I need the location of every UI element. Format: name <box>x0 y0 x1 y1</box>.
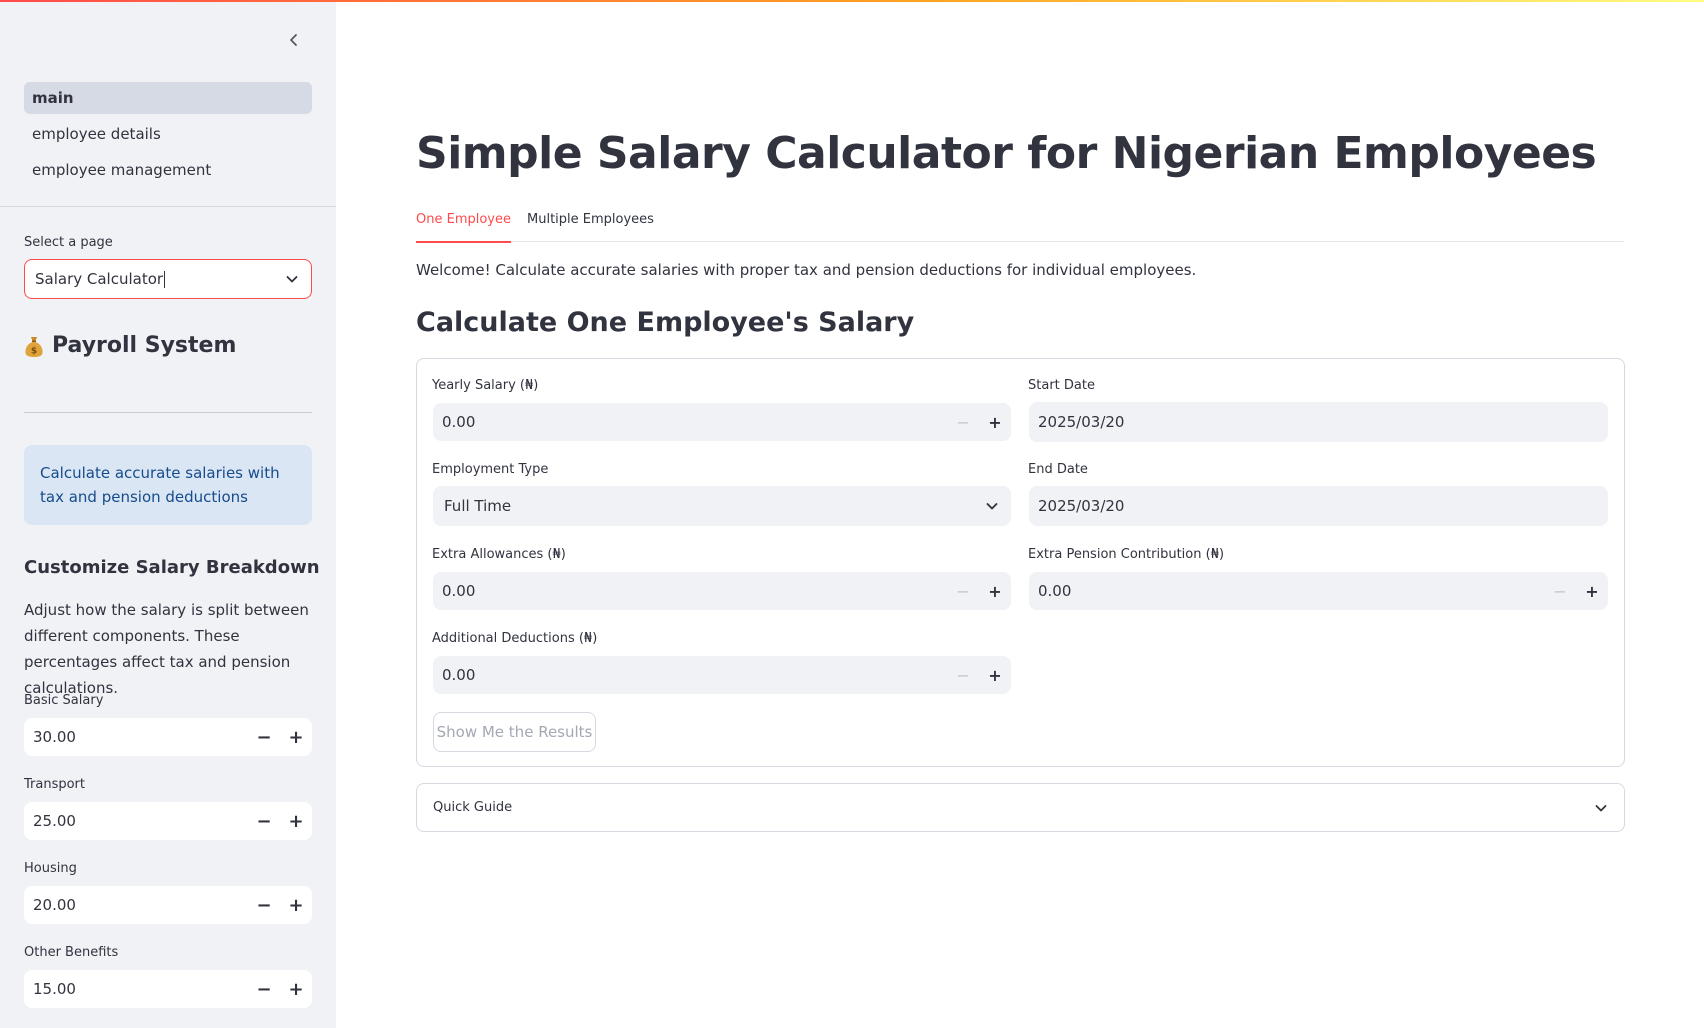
quick-guide-label: Quick Guide <box>433 800 513 815</box>
end-date-label: End Date <box>1028 462 1088 477</box>
basic-salary-label: Basic Salary <box>24 693 104 708</box>
page-select[interactable]: Salary Calculator <box>24 259 312 299</box>
employment-type-select[interactable]: Full Time <box>433 486 1011 526</box>
basic-salary-input[interactable]: 30.00 − + <box>24 718 312 756</box>
extra-pension-decrement-button[interactable]: − <box>1544 572 1576 610</box>
transport-label: Transport <box>24 777 86 792</box>
chevron-down-icon <box>286 276 298 283</box>
yearly-salary-decrement-button[interactable]: − <box>947 403 979 441</box>
main-content: Simple Salary Calculator for Nigerian Em… <box>336 0 1704 1028</box>
housing-increment-button[interactable]: + <box>280 886 312 924</box>
sidebar-rule <box>24 412 312 413</box>
additional-deductions-decrement-button[interactable]: − <box>947 656 979 694</box>
chevron-down-icon <box>986 503 998 510</box>
housing-value[interactable]: 20.00 <box>24 896 248 914</box>
top-decoration-bar <box>0 0 1704 2</box>
start-date-label: Start Date <box>1028 378 1095 393</box>
collapse-sidebar-button[interactable] <box>282 28 306 52</box>
extra-pension-label: Extra Pension Contribution (₦) <box>1028 547 1225 562</box>
additional-deductions-label: Additional Deductions (₦) <box>432 631 598 646</box>
other-benefits-increment-button[interactable]: + <box>280 970 312 1008</box>
sidebar-nav: main employee details employee managemen… <box>24 82 312 190</box>
money-bag-icon: $ <box>25 336 43 357</box>
other-benefits-label: Other Benefits <box>24 945 119 960</box>
tab-multiple-employees[interactable]: Multiple Employees <box>527 210 654 242</box>
sidebar-divider <box>0 206 336 207</box>
other-benefits-value[interactable]: 15.00 <box>24 980 248 998</box>
housing-decrement-button[interactable]: − <box>248 886 280 924</box>
extra-allowances-label: Extra Allowances (₦) <box>432 547 566 562</box>
app-title-text: Payroll System <box>52 333 237 358</box>
transport-decrement-button[interactable]: − <box>248 802 280 840</box>
nav-item-main[interactable]: main <box>24 82 312 114</box>
chevron-down-icon <box>1595 804 1607 811</box>
select-page-label: Select a page <box>24 235 113 250</box>
yearly-salary-value[interactable]: 0.00 <box>433 413 947 431</box>
employment-type-value: Full Time <box>444 497 512 515</box>
basic-salary-value[interactable]: 30.00 <box>24 728 248 746</box>
nav-item-employee-management[interactable]: employee management <box>24 154 312 186</box>
end-date-value[interactable]: 2025/03/20 <box>1029 497 1608 515</box>
transport-input[interactable]: 25.00 − + <box>24 802 312 840</box>
nav-item-employee-details[interactable]: employee details <box>24 118 312 150</box>
page-title: Simple Salary Calculator for Nigerian Em… <box>416 128 1597 179</box>
section-heading: Calculate One Employee's Salary <box>416 307 915 338</box>
svg-text:$: $ <box>31 346 37 356</box>
housing-label: Housing <box>24 861 77 876</box>
transport-value[interactable]: 25.00 <box>24 812 248 830</box>
start-date-value[interactable]: 2025/03/20 <box>1029 413 1608 431</box>
basic-salary-increment-button[interactable]: + <box>280 718 312 756</box>
extra-pension-input[interactable]: 0.00 − + <box>1029 572 1608 610</box>
other-benefits-decrement-button[interactable]: − <box>248 970 280 1008</box>
additional-deductions-input[interactable]: 0.00 − + <box>433 656 1011 694</box>
transport-increment-button[interactable]: + <box>280 802 312 840</box>
other-benefits-input[interactable]: 15.00 − + <box>24 970 312 1008</box>
extra-allowances-increment-button[interactable]: + <box>979 572 1011 610</box>
sidebar: main employee details employee managemen… <box>0 0 336 1028</box>
employment-type-label: Employment Type <box>432 462 549 477</box>
quick-guide-expander[interactable]: Quick Guide <box>416 783 1625 832</box>
chevron-left-icon <box>290 34 297 46</box>
salary-form: Yearly Salary (₦) 0.00 − + Employment Ty… <box>416 358 1625 767</box>
tab-one-employee[interactable]: One Employee <box>416 210 511 243</box>
tab-bar: One Employee Multiple Employees <box>416 210 1624 243</box>
welcome-text: Welcome! Calculate accurate salaries wit… <box>416 261 1197 279</box>
extra-pension-increment-button[interactable]: + <box>1576 572 1608 610</box>
extra-allowances-input[interactable]: 0.00 − + <box>433 572 1011 610</box>
basic-salary-decrement-button[interactable]: − <box>248 718 280 756</box>
info-callout: Calculate accurate salaries with tax and… <box>24 445 312 525</box>
housing-input[interactable]: 20.00 − + <box>24 886 312 924</box>
extra-pension-value[interactable]: 0.00 <box>1029 582 1544 600</box>
yearly-salary-input[interactable]: 0.00 − + <box>433 403 1011 441</box>
additional-deductions-increment-button[interactable]: + <box>979 656 1011 694</box>
end-date-input[interactable]: 2025/03/20 <box>1029 486 1608 526</box>
extra-allowances-value[interactable]: 0.00 <box>433 582 947 600</box>
page-select-value: Salary Calculator <box>35 270 164 288</box>
customize-heading: Customize Salary Breakdown <box>24 557 320 578</box>
additional-deductions-value[interactable]: 0.00 <box>433 666 947 684</box>
start-date-input[interactable]: 2025/03/20 <box>1029 402 1608 442</box>
customize-description: Adjust how the salary is split between d… <box>24 601 309 697</box>
yearly-salary-label: Yearly Salary (₦) <box>432 378 539 393</box>
yearly-salary-increment-button[interactable]: + <box>979 403 1011 441</box>
show-results-button[interactable]: Show Me the Results <box>433 712 596 752</box>
app-title: $ Payroll System <box>24 333 236 358</box>
extra-allowances-decrement-button[interactable]: − <box>947 572 979 610</box>
